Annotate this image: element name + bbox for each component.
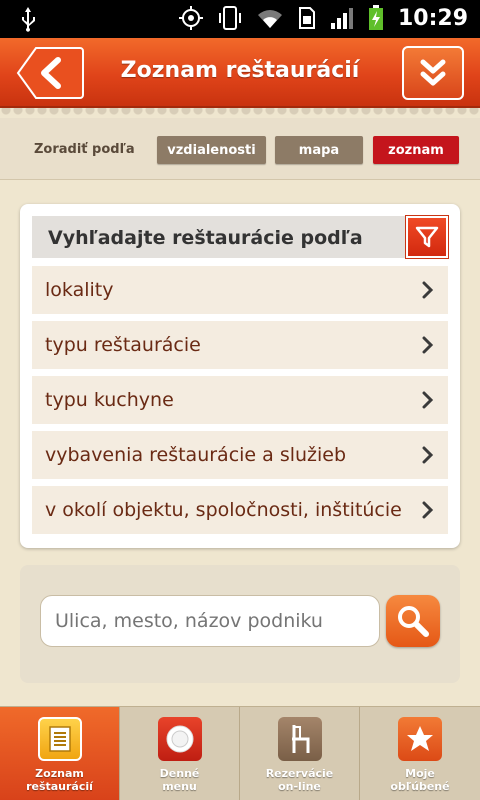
nav-label-line1: Denné: [159, 767, 200, 780]
star-icon: [398, 717, 442, 761]
filter-title: Vyhľadajte reštaurácie podľa: [48, 227, 363, 249]
menu-button[interactable]: [402, 46, 464, 100]
nav-label-line2: reštaurácií: [26, 780, 93, 793]
sort-bar: Zoradiť podľa vzdialenosti mapa zoznam: [0, 118, 480, 180]
filter-item-label: lokality: [45, 279, 114, 301]
chevron-right-icon: [422, 391, 434, 409]
double-chevron-down-icon: [420, 59, 446, 86]
filter-item-amenities[interactable]: vybavenia reštaurácie a služieb: [32, 431, 448, 479]
chevron-right-icon: [422, 281, 434, 299]
vibrate-icon: [219, 6, 241, 30]
filter-item-label: typu kuchyne: [45, 389, 174, 411]
sim-icon: [299, 7, 315, 29]
plate-icon: [157, 717, 202, 761]
filter-item-label: typu reštaurácie: [45, 334, 201, 356]
nav-label-line2: obľúbené: [390, 780, 450, 793]
status-icons: [178, 5, 384, 31]
sort-label: Zoradiť podľa: [34, 142, 135, 157]
sort-list-button[interactable]: zoznam: [373, 136, 459, 164]
app-header: Zoznam reštaurácií: [0, 38, 480, 108]
nav-label-line2: menu: [162, 780, 197, 793]
filter-header: Vyhľadajte reštaurácie podľa: [32, 215, 449, 259]
nav-item-restaurant-list[interactable]: Zoznam reštaurácií: [0, 707, 120, 800]
filter-item-label: v okolí objektu, spoločnosti, inštitúcie: [45, 499, 402, 521]
filter-card: Vyhľadajte reštaurácie podľa lokality ty…: [20, 204, 460, 548]
nav-label-line1: Rezervácie: [265, 767, 334, 780]
list-icon: [37, 717, 82, 761]
filter-item-label: vybavenia reštaurácie a služieb: [45, 444, 347, 466]
battery-icon: [369, 5, 383, 30]
sort-distance-button[interactable]: vzdialenosti: [157, 136, 266, 164]
chair-icon: [277, 717, 322, 761]
chevron-right-icon: [422, 446, 434, 464]
signal-icon: [331, 8, 353, 29]
bottom-nav: Zoznam reštaurácií Denné menu Rezervácie on…: [0, 706, 480, 800]
filter-item-restaurant-type[interactable]: typu reštaurácie: [32, 321, 448, 369]
filter-item-nearby[interactable]: v okolí objektu, spoločnosti, inštitúcie: [32, 486, 448, 534]
filter-item-location[interactable]: lokality: [32, 266, 448, 314]
search-input[interactable]: [40, 595, 380, 647]
search-button[interactable]: [386, 595, 440, 647]
search-card: [20, 565, 460, 683]
funnel-icon: [415, 226, 439, 248]
chevron-right-icon: [422, 501, 434, 519]
nav-label-line2: on-line: [278, 780, 321, 793]
filter-button[interactable]: [405, 215, 449, 259]
gps-icon: [179, 6, 203, 30]
status-bar: 10:29: [0, 0, 480, 38]
filter-item-cuisine-type[interactable]: typu kuchyne: [32, 376, 448, 424]
usb-icon: [22, 7, 35, 32]
nav-label-line1: Zoznam: [35, 767, 84, 780]
nav-item-reservations[interactable]: Rezervácie on-line: [240, 707, 360, 800]
clock: 10:29: [397, 6, 468, 31]
chevron-right-icon: [422, 336, 434, 354]
nav-item-daily-menu[interactable]: Denné menu: [120, 707, 240, 800]
nav-label-line1: Moje: [405, 767, 435, 780]
search-icon: [398, 606, 429, 637]
wifi-icon: [258, 10, 282, 28]
sort-map-button[interactable]: mapa: [275, 136, 363, 164]
nav-item-favorites[interactable]: Moje obľúbené: [360, 707, 480, 800]
